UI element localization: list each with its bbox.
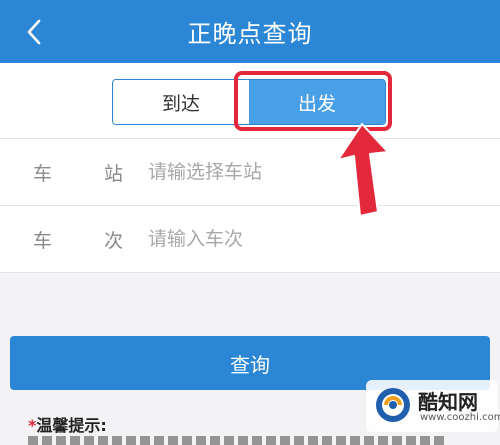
- station-label-char-2: 站: [103, 162, 123, 185]
- station-input[interactable]: [148, 151, 448, 193]
- tips-title-text: 温馨提示:: [36, 416, 107, 435]
- watermark-url: www.coozhi.com: [420, 412, 500, 423]
- tips-title: *温馨提示:: [28, 412, 107, 436]
- train-number-row: 车 次: [0, 206, 500, 273]
- train-label: 车 次: [33, 206, 123, 272]
- coozhi-logo-icon: [376, 388, 410, 422]
- station-label-char-1: 车: [33, 162, 53, 185]
- watermark: 酷知网 www.coozhi.com: [366, 380, 500, 432]
- tab-arrive[interactable]: 到达: [113, 80, 249, 124]
- train-number-input[interactable]: [148, 218, 448, 260]
- station-label: 车 站: [33, 139, 123, 205]
- tips-text-cropped: [28, 436, 448, 445]
- watermark-name: 酷知网: [418, 390, 478, 414]
- screen: 正晚点查询 到达 出发 车 站 车 次 查询 *温馨提示:: [0, 0, 500, 445]
- train-label-char-1: 车: [33, 229, 53, 252]
- pointer-arrow-icon: [337, 123, 389, 217]
- page-title: 正晚点查询: [187, 20, 313, 48]
- app-header: 正晚点查询: [0, 0, 500, 63]
- station-row: 车 站: [0, 139, 500, 206]
- train-label-char-2: 次: [103, 229, 123, 252]
